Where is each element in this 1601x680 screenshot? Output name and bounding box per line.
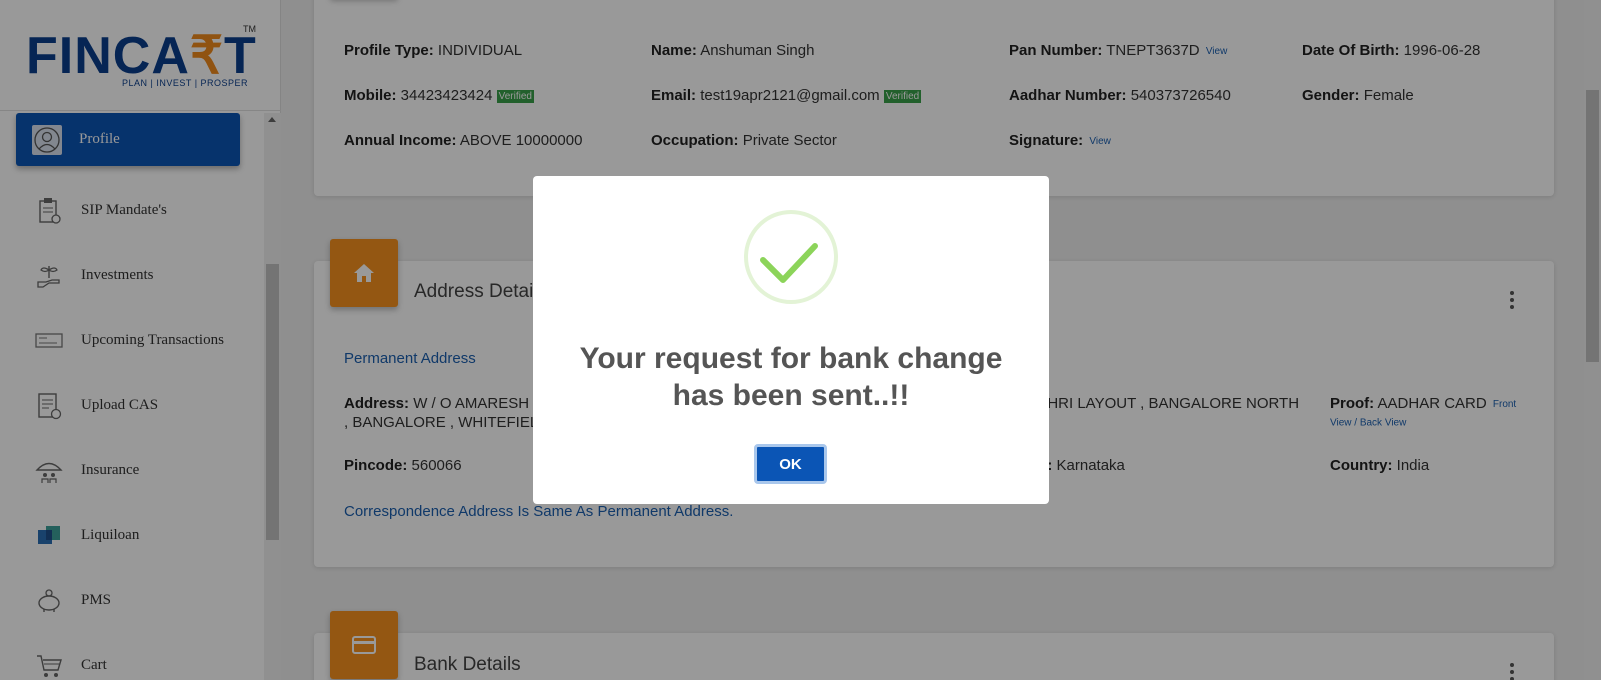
ok-button[interactable]: OK (754, 444, 827, 484)
checkmark-icon (760, 243, 818, 283)
success-message: Your request for bank change has been se… (579, 342, 1003, 412)
success-dialog: Your request for bank change has been se… (533, 176, 1049, 504)
success-icon-circle (711, 200, 844, 333)
